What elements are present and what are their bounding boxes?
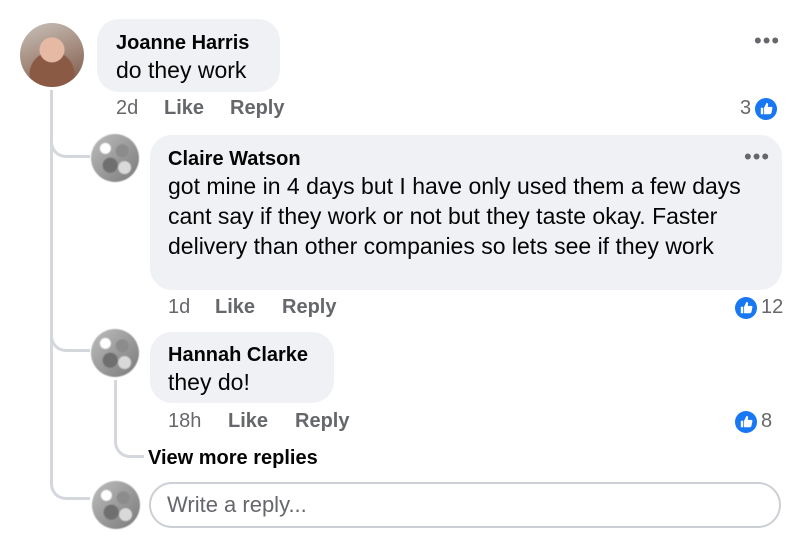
view-more-replies-link[interactable]: View more replies — [148, 447, 318, 470]
thread-connector-reply-2 — [50, 320, 90, 352]
reaction-count: 8 — [761, 410, 773, 432]
reply-timestamp[interactable]: 1d — [168, 296, 190, 319]
more-options-icon[interactable]: ••• — [744, 146, 770, 168]
thumbs-up-icon — [755, 97, 778, 120]
reaction-count: 3 — [740, 97, 752, 119]
reply-input-container[interactable] — [149, 482, 781, 528]
thumbs-up-icon — [735, 410, 757, 433]
reply-button[interactable]: Reply — [282, 296, 336, 319]
comment-timestamp[interactable]: 2d — [116, 97, 138, 120]
reaction-summary[interactable]: 8 — [735, 410, 772, 433]
avatar[interactable] — [91, 329, 139, 377]
thread-connector-reply-1 — [50, 120, 90, 158]
comment-author[interactable]: Joanne Harris — [116, 32, 249, 55]
comment-text: do they work — [116, 57, 247, 83]
thumbs-up-icon — [735, 296, 757, 319]
reply-input[interactable] — [151, 484, 779, 526]
reply-text: they do! — [168, 369, 250, 395]
avatar — [92, 481, 140, 529]
reply-button[interactable]: Reply — [230, 97, 284, 120]
thread-connector-write-reply — [50, 440, 90, 500]
more-options-icon[interactable]: ••• — [754, 30, 780, 52]
thread-connector-view-more — [114, 380, 144, 458]
reply-author[interactable]: Hannah Clarke — [168, 344, 308, 367]
reply-author[interactable]: Claire Watson — [168, 148, 301, 171]
reaction-count: 12 — [761, 296, 784, 318]
avatar[interactable] — [91, 134, 139, 182]
reply-text: got mine in 4 days but I have only used … — [168, 173, 741, 259]
reply-button[interactable]: Reply — [295, 410, 349, 433]
avatar[interactable] — [20, 23, 84, 87]
reaction-summary[interactable]: 12 — [735, 296, 783, 319]
reply-timestamp[interactable]: 18h — [168, 410, 201, 433]
like-button[interactable]: Like — [164, 97, 204, 120]
like-button[interactable]: Like — [215, 296, 255, 319]
like-button[interactable]: Like — [228, 410, 268, 433]
reaction-summary[interactable]: 3 — [740, 97, 778, 120]
